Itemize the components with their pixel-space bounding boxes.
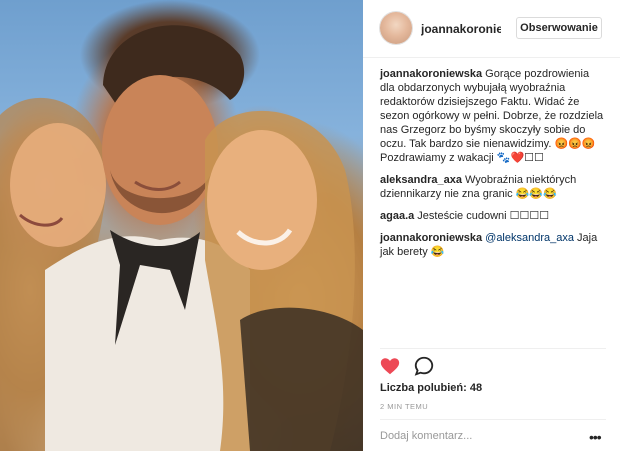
comment-mention-link[interactable]: @aleksandra_axa — [482, 232, 574, 244]
follow-button[interactable]: Obserwowanie — [516, 17, 602, 39]
comments-list: joannakoroniewska Gorące pozdrowienia dl… — [380, 67, 606, 267]
add-comment-input[interactable] — [380, 426, 580, 446]
photo-shapes — [0, 25, 363, 451]
comment-item: agaa.a Jesteście cudowni ☐☐☐☐ — [380, 209, 606, 223]
more-options-button[interactable]: ••• — [589, 430, 602, 444]
comment-username[interactable]: joannakoroniewska — [380, 68, 482, 80]
comment-username[interactable]: agaa.a — [380, 210, 414, 222]
post-header: joannakoroniewska Obserwowanie — [363, 0, 620, 58]
comment-text: Jesteście cudowni ☐☐☐☐ — [414, 210, 550, 222]
actions-divider — [380, 348, 606, 349]
comment-item: joannakoroniewska @aleksandra_axa Jaja j… — [380, 231, 606, 259]
comment-item: aleksandra_axa Wyobraźnia niektórych dzi… — [380, 173, 606, 201]
comment-username[interactable]: joannakoroniewska — [380, 232, 482, 244]
header-username[interactable]: joannakoroniewska — [421, 22, 501, 36]
comment-text: Gorące pozdrowienia dla obdarzonych wybu… — [380, 68, 604, 164]
heart-filled-icon[interactable] — [379, 355, 401, 377]
comment-input-divider — [380, 419, 606, 420]
comment-item: joannakoroniewska Gorące pozdrowienia dl… — [380, 67, 606, 165]
comment-username[interactable]: aleksandra_axa — [380, 174, 462, 186]
avatar[interactable] — [380, 12, 412, 44]
post-photo[interactable] — [0, 0, 363, 451]
likes-count[interactable]: Liczba polubień: 48 — [380, 382, 482, 394]
post-side-panel: joannakoroniewska Obserwowanie joannakor… — [363, 0, 620, 451]
instagram-post: joannakoroniewska Obserwowanie joannakor… — [0, 0, 620, 451]
post-timestamp[interactable]: 2 MIN TEMU — [380, 402, 428, 411]
comment-bubble-icon[interactable] — [413, 355, 435, 377]
